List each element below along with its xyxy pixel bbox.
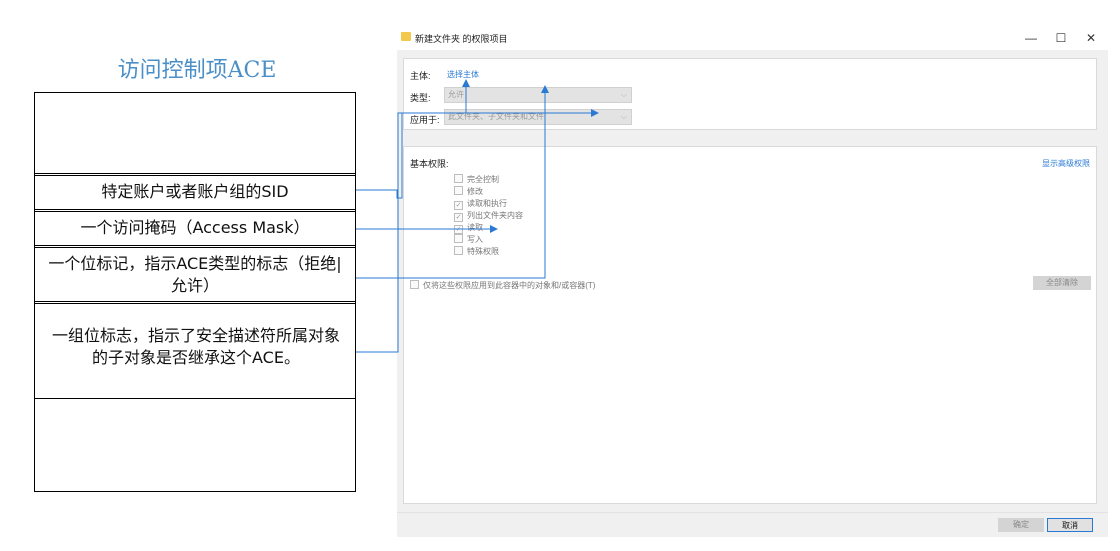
connector-sid-principal — [356, 79, 470, 199]
connector-inherit — [356, 109, 599, 353]
connector-type — [356, 85, 549, 279]
connector-arrows — [356, 79, 599, 353]
